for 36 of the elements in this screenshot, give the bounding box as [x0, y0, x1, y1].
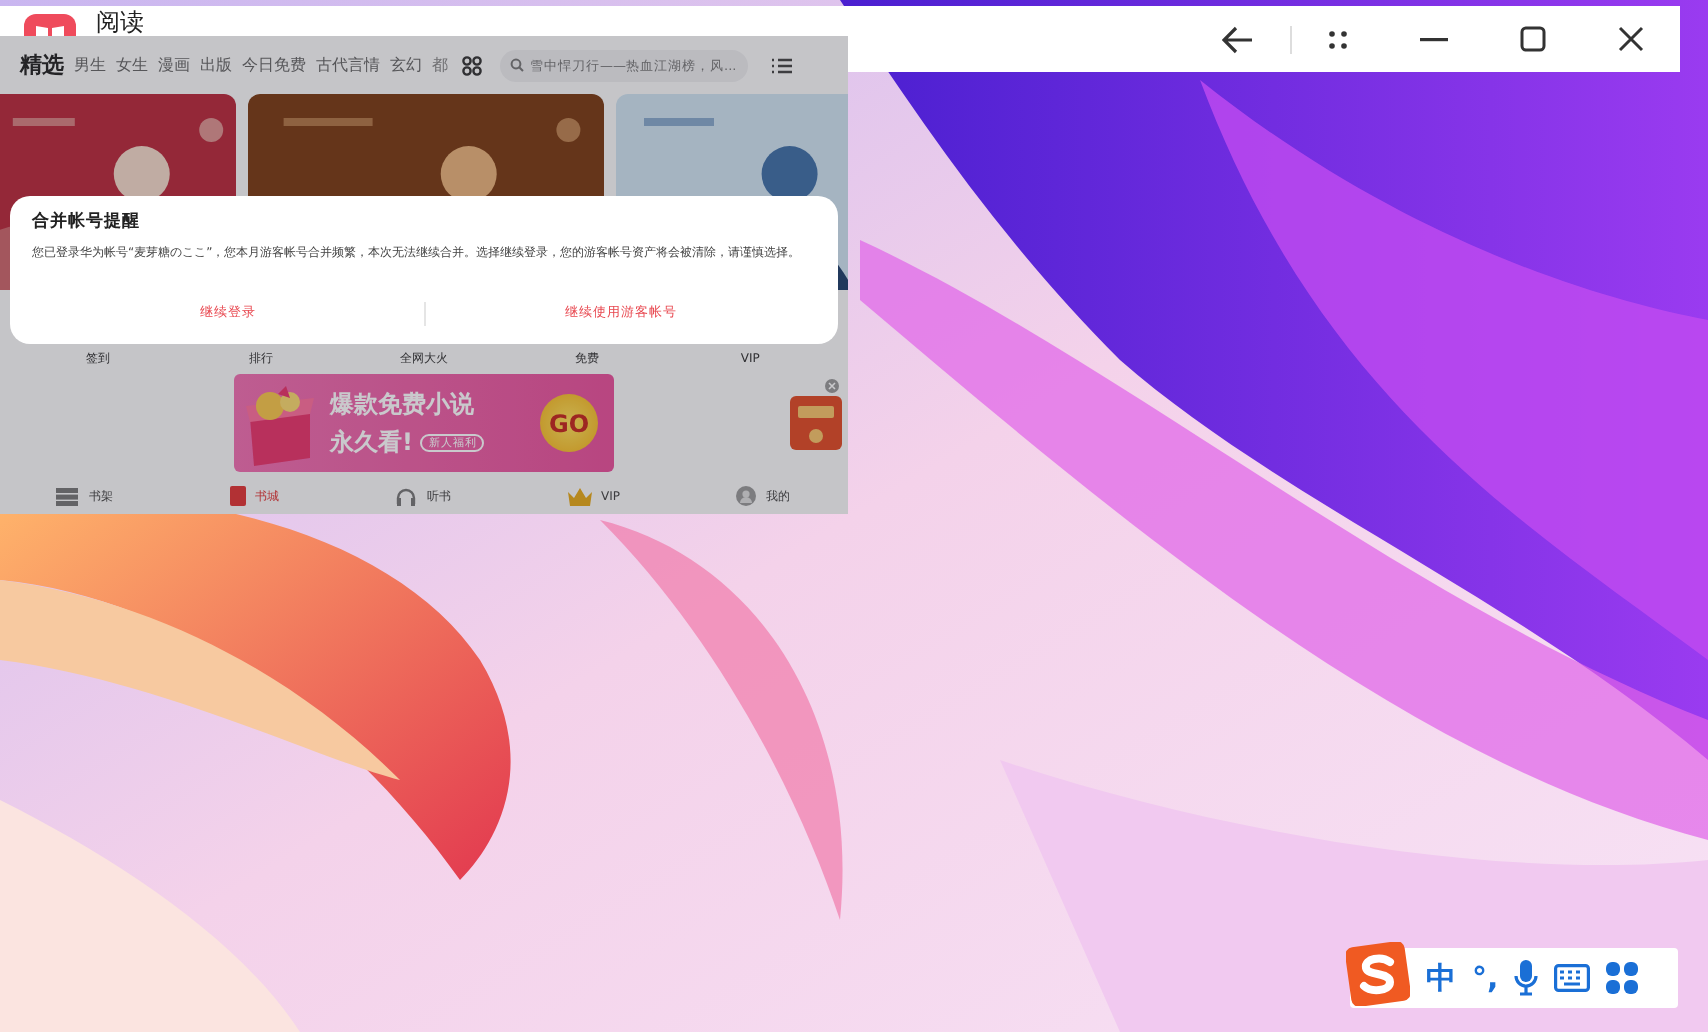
- promo-headline: 爆款免费小说: [330, 387, 476, 421]
- category-tab[interactable]: 精选: [20, 50, 74, 80]
- input-mode-toggle[interactable]: 中: [1426, 959, 1456, 997]
- shelf-icon: [56, 487, 79, 505]
- minimize-icon[interactable]: [1420, 37, 1448, 41]
- punctuation-toggle[interactable]: °,: [1472, 960, 1499, 996]
- category-tab[interactable]: 女生: [116, 54, 158, 76]
- dialog-title: 合并帐号提醒: [32, 210, 142, 234]
- promo-subline: 永久看!: [330, 425, 413, 459]
- category-tab[interactable]: 古代言情: [316, 54, 390, 76]
- input-method-logo[interactable]: [1346, 942, 1410, 1006]
- crown-icon: [567, 487, 592, 505]
- grid-icon[interactable]: [462, 55, 482, 75]
- maximize-icon[interactable]: [1520, 26, 1546, 52]
- category-tab[interactable]: 出版: [200, 54, 242, 76]
- category-tab[interactable]: 漫画: [158, 54, 200, 76]
- microphone-icon[interactable]: [1514, 960, 1539, 996]
- category-tab[interactable]: 男生: [74, 54, 116, 76]
- back-arrow-icon[interactable]: [1222, 25, 1254, 53]
- headphones-icon: [396, 487, 417, 505]
- drag-handle-icon[interactable]: [1328, 29, 1348, 49]
- gift-box-icon: [242, 381, 318, 465]
- app-icon[interactable]: [24, 14, 76, 36]
- category-tab[interactable]: 今日免费: [242, 54, 316, 76]
- book-icon: [229, 486, 246, 506]
- category-tab[interactable]: 玄幻: [390, 54, 432, 76]
- keyboard-icon[interactable]: [1554, 964, 1591, 992]
- go-button[interactable]: GO: [540, 394, 598, 452]
- window-title: 阅读: [96, 8, 144, 36]
- avatar-icon: [736, 486, 757, 506]
- category-tab[interactable]: 都: [432, 54, 458, 76]
- grid-icon[interactable]: [1606, 962, 1639, 994]
- search-icon: [510, 58, 524, 72]
- close-icon[interactable]: [1618, 26, 1644, 52]
- envelope-icon[interactable]: [790, 378, 844, 452]
- menu-icon[interactable]: [772, 57, 792, 73]
